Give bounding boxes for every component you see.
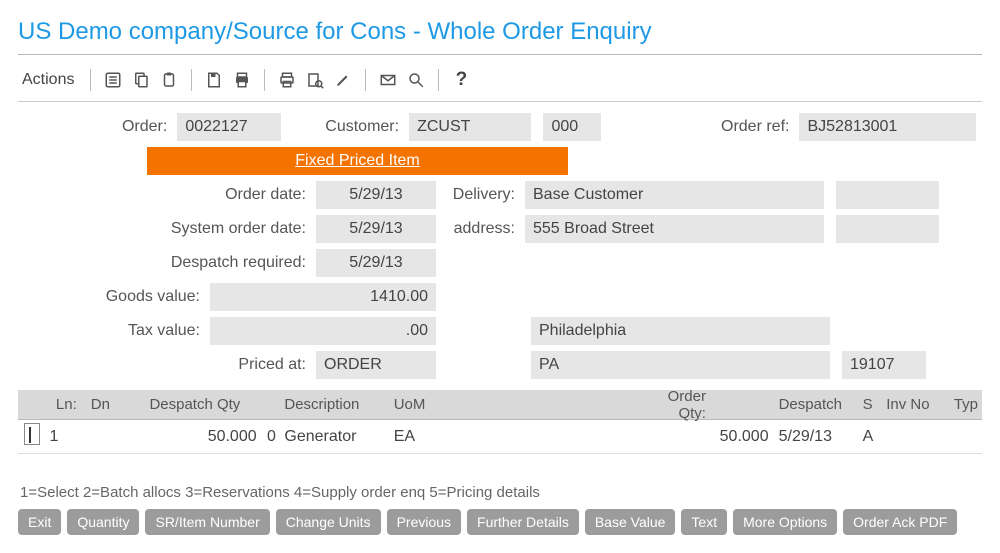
col-order-qty: Order Qty: bbox=[634, 388, 712, 422]
col-uom: UoM bbox=[390, 396, 449, 413]
separator bbox=[191, 69, 192, 91]
help-line: 1=Select 2=Batch allocs 3=Reservations 4… bbox=[20, 484, 982, 501]
search-icon[interactable] bbox=[406, 70, 426, 90]
table-header: Ln: Dn Despatch Qty Description UoM Orde… bbox=[18, 390, 982, 420]
cell-s: A bbox=[859, 428, 883, 446]
priced-at-label: Priced at: bbox=[18, 356, 316, 374]
toolbar: Actions ? bbox=[18, 63, 982, 102]
separator bbox=[264, 69, 265, 91]
page-title: US Demo company/Source for Cons - Whole … bbox=[18, 18, 982, 55]
table-row[interactable]: 1 50.000 0 Generator EA 50.000 5/29/13 A bbox=[18, 420, 982, 454]
list-icon[interactable] bbox=[103, 70, 123, 90]
street-extra-field[interactable] bbox=[836, 215, 939, 243]
separator bbox=[90, 69, 91, 91]
separator bbox=[438, 69, 439, 91]
tax-value-label: Tax value: bbox=[18, 322, 210, 340]
order-date-field[interactable]: 5/29/13 bbox=[316, 181, 436, 209]
copy-icon[interactable] bbox=[131, 70, 151, 90]
row-selector-input[interactable] bbox=[24, 423, 40, 445]
fixed-priced-banner[interactable]: Fixed Priced Item bbox=[147, 147, 568, 175]
edit-icon[interactable] bbox=[333, 70, 353, 90]
state-field[interactable]: PA bbox=[531, 351, 830, 379]
delivery-name-field[interactable]: Base Customer bbox=[525, 181, 824, 209]
street-field[interactable]: 555 Broad Street bbox=[525, 215, 824, 243]
customer-label: Customer: bbox=[287, 118, 409, 136]
form-area: Order: 0022127 Customer: ZCUST 000 Order… bbox=[18, 112, 982, 390]
cell-ln: 1 bbox=[45, 428, 86, 446]
col-despatch: Despatch bbox=[775, 396, 859, 413]
mail-icon[interactable] bbox=[378, 70, 398, 90]
col-dn: Dn bbox=[87, 396, 146, 413]
priced-at-field[interactable]: ORDER bbox=[316, 351, 436, 379]
goods-value-field[interactable]: 1410.00 bbox=[210, 283, 436, 311]
customer-field[interactable]: ZCUST bbox=[409, 113, 531, 141]
save-icon[interactable] bbox=[204, 70, 224, 90]
actions-label: Actions bbox=[22, 71, 74, 89]
zip-field[interactable]: 19107 bbox=[842, 351, 926, 379]
cell-despatch: 5/29/13 bbox=[775, 428, 859, 446]
col-despatch-qty: Despatch Qty bbox=[145, 396, 262, 413]
order-label: Order: bbox=[18, 118, 177, 136]
printer2-icon[interactable] bbox=[277, 70, 297, 90]
order-date-label: Order date: bbox=[18, 186, 316, 204]
system-order-date-field[interactable]: 5/29/13 bbox=[316, 215, 436, 243]
print-icon[interactable] bbox=[232, 70, 252, 90]
col-s: S bbox=[859, 396, 883, 413]
address-label: address: bbox=[442, 220, 525, 238]
paste-icon[interactable] bbox=[159, 70, 179, 90]
col-inv-no: Inv No bbox=[882, 396, 943, 413]
system-order-date-label: System order date: bbox=[18, 220, 316, 238]
cell-despatch-qty: 50.000 bbox=[145, 428, 262, 446]
despatch-required-field[interactable]: 5/29/13 bbox=[316, 249, 436, 277]
separator bbox=[365, 69, 366, 91]
customer-seq-field[interactable]: 000 bbox=[543, 113, 600, 141]
cell-zero: 0 bbox=[263, 428, 281, 446]
delivery-label: Delivery: bbox=[442, 186, 525, 204]
cell-uom: EA bbox=[390, 428, 449, 446]
goods-value-label: Goods value: bbox=[18, 288, 210, 306]
city-field[interactable]: Philadelphia bbox=[531, 317, 830, 345]
despatch-required-label: Despatch required: bbox=[18, 254, 316, 272]
cell-description: Generator bbox=[280, 428, 389, 446]
order-ref-label: Order ref: bbox=[607, 118, 800, 136]
cell-order-qty: 50.000 bbox=[712, 428, 775, 446]
preview-icon[interactable] bbox=[305, 70, 325, 90]
col-description: Description bbox=[280, 396, 389, 413]
delivery-extra-field[interactable] bbox=[836, 181, 939, 209]
order-field[interactable]: 0022127 bbox=[177, 113, 281, 141]
col-ln: Ln: bbox=[45, 396, 86, 413]
help-icon[interactable]: ? bbox=[451, 70, 471, 90]
col-typ: Typ bbox=[943, 396, 982, 413]
tax-value-field[interactable]: .00 bbox=[210, 317, 436, 345]
order-ref-field[interactable]: BJ52813001 bbox=[799, 113, 976, 141]
